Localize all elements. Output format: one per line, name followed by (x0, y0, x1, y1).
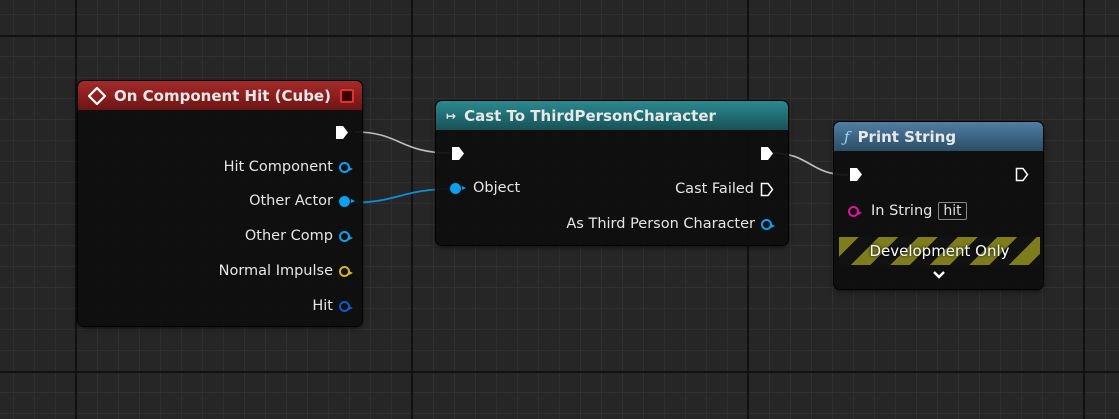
object-pin-icon[interactable] (339, 195, 355, 207)
pin-label: Other Comp (244, 228, 333, 244)
pin-in-string[interactable]: In String hit (848, 202, 967, 220)
cast-node[interactable]: ↦ Cast To ThirdPersonCharacter Object Ca… (436, 101, 788, 245)
string-pin-icon[interactable] (848, 205, 862, 217)
exec-out-pin-icon[interactable] (1015, 167, 1029, 182)
struct-pin-icon[interactable] (339, 300, 353, 312)
object-pin-icon[interactable] (339, 161, 353, 173)
in-string-input[interactable]: hit (938, 202, 967, 220)
banner-label: Development Only (869, 242, 1010, 260)
pin-label: Other Actor (249, 193, 333, 209)
pin-label: Hit (312, 298, 333, 314)
pin-other-actor[interactable]: Other Actor (249, 193, 355, 209)
pin-label: Object (473, 180, 521, 196)
event-node-header[interactable]: On Component Hit (Cube) (78, 81, 362, 110)
exec-out-pin-icon[interactable] (335, 125, 349, 140)
pin-hit[interactable]: Hit (312, 298, 353, 314)
event-node-on-component-hit[interactable]: On Component Hit (Cube) Hit Component Ot… (78, 81, 362, 326)
cast-node-header[interactable]: ↦ Cast To ThirdPersonCharacter (436, 101, 788, 130)
exec-in-pin-icon[interactable] (849, 167, 863, 182)
function-icon: ƒ (844, 127, 850, 146)
pin-label: In String (871, 203, 933, 219)
pin-as-third-person-character[interactable]: As Third Person Character (566, 216, 775, 232)
event-node-title: On Component Hit (Cube) (114, 86, 331, 105)
event-diamond-icon (88, 86, 106, 105)
pin-label: Normal Impulse (218, 263, 333, 279)
exec-out-pin-icon[interactable] (760, 146, 774, 161)
development-only-banner: Development Only (839, 237, 1040, 265)
object-pin-icon[interactable] (761, 218, 775, 230)
object-pin-icon[interactable] (339, 230, 353, 242)
pin-normal-impulse[interactable]: Normal Impulse (218, 263, 353, 279)
pin-hit-component[interactable]: Hit Component (223, 159, 353, 175)
pin-cast-failed[interactable]: Cast Failed (675, 181, 774, 197)
pin-other-comp[interactable]: Other Comp (244, 228, 353, 244)
print-string-node[interactable]: ƒ Print String In String hit Development … (834, 122, 1043, 289)
exec-out-pin-icon[interactable] (760, 182, 774, 197)
expand-chevron-icon[interactable] (932, 270, 946, 280)
pin-label: As Third Person Character (566, 216, 755, 232)
object-pin-icon[interactable] (450, 182, 466, 194)
print-node-title: Print String (857, 127, 957, 146)
cast-arrow-icon: ↦ (446, 108, 457, 123)
event-delegate-pin-icon[interactable] (340, 89, 354, 103)
cast-node-title: Cast To ThirdPersonCharacter (464, 106, 716, 125)
pin-label: Cast Failed (675, 181, 754, 197)
pin-label: Hit Component (223, 159, 333, 175)
print-node-header[interactable]: ƒ Print String (834, 122, 1043, 151)
pin-object[interactable]: Object (450, 180, 520, 196)
vector-pin-icon[interactable] (339, 265, 353, 277)
exec-in-pin-icon[interactable] (451, 146, 465, 161)
